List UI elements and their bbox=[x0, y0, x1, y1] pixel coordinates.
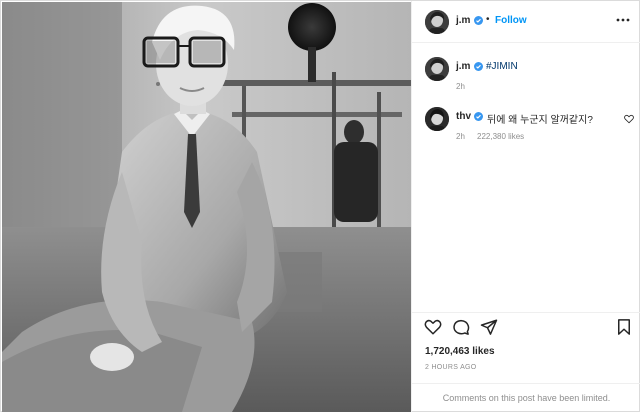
caption-username[interactable]: j.m bbox=[456, 61, 470, 72]
share-icon[interactable] bbox=[480, 318, 498, 336]
caption-hashtag[interactable]: #JIMIN bbox=[486, 61, 518, 72]
post-side-panel: j.m • Follow j.m #JIMIN 2h thv 뒤에 왜 누군지 … bbox=[411, 1, 640, 412]
post-actions: 1,720,463 likes 2 HOURS AGO Comments on … bbox=[412, 312, 640, 412]
header-separator: • bbox=[486, 14, 490, 25]
comment-icon[interactable] bbox=[452, 318, 470, 336]
verified-badge-icon bbox=[474, 112, 483, 121]
comments-limited-notice: Comments on this post have been limited. bbox=[442, 393, 611, 403]
likes-count[interactable]: 1,720,463 likes bbox=[425, 346, 495, 357]
comment-avatar[interactable] bbox=[425, 107, 449, 131]
comment-limited-bar: Comments on this post have been limited. bbox=[412, 383, 640, 412]
more-options-icon[interactable] bbox=[616, 13, 630, 27]
verified-badge-icon bbox=[474, 16, 483, 25]
comment-text: 뒤에 왜 누군지 알꺼같지? bbox=[487, 115, 593, 126]
comment-likes[interactable]: 222,380 likes bbox=[477, 132, 524, 141]
post-photo[interactable] bbox=[2, 2, 411, 412]
avatar-image bbox=[425, 107, 449, 131]
post-modal: j.m • Follow j.m #JIMIN 2h thv 뒤에 왜 누군지 … bbox=[0, 0, 640, 412]
author-avatar[interactable] bbox=[425, 10, 449, 34]
follow-button[interactable]: Follow bbox=[495, 15, 527, 26]
post-photo-image bbox=[2, 2, 411, 412]
comment-username[interactable]: thv bbox=[456, 111, 471, 122]
avatar-image bbox=[425, 57, 449, 81]
bookmark-icon[interactable] bbox=[615, 318, 633, 336]
heart-icon[interactable] bbox=[424, 318, 442, 336]
author-username[interactable]: j.m bbox=[456, 15, 470, 26]
verified-badge-icon bbox=[474, 62, 483, 71]
caption-time: 2h bbox=[456, 82, 465, 91]
post-header: j.m • Follow bbox=[412, 1, 640, 43]
comment-time: 2h bbox=[456, 132, 465, 141]
comment-like-heart-icon[interactable] bbox=[624, 114, 634, 124]
avatar-image bbox=[425, 10, 449, 34]
post-timestamp: 2 HOURS AGO bbox=[425, 364, 477, 371]
caption-avatar[interactable] bbox=[425, 57, 449, 81]
